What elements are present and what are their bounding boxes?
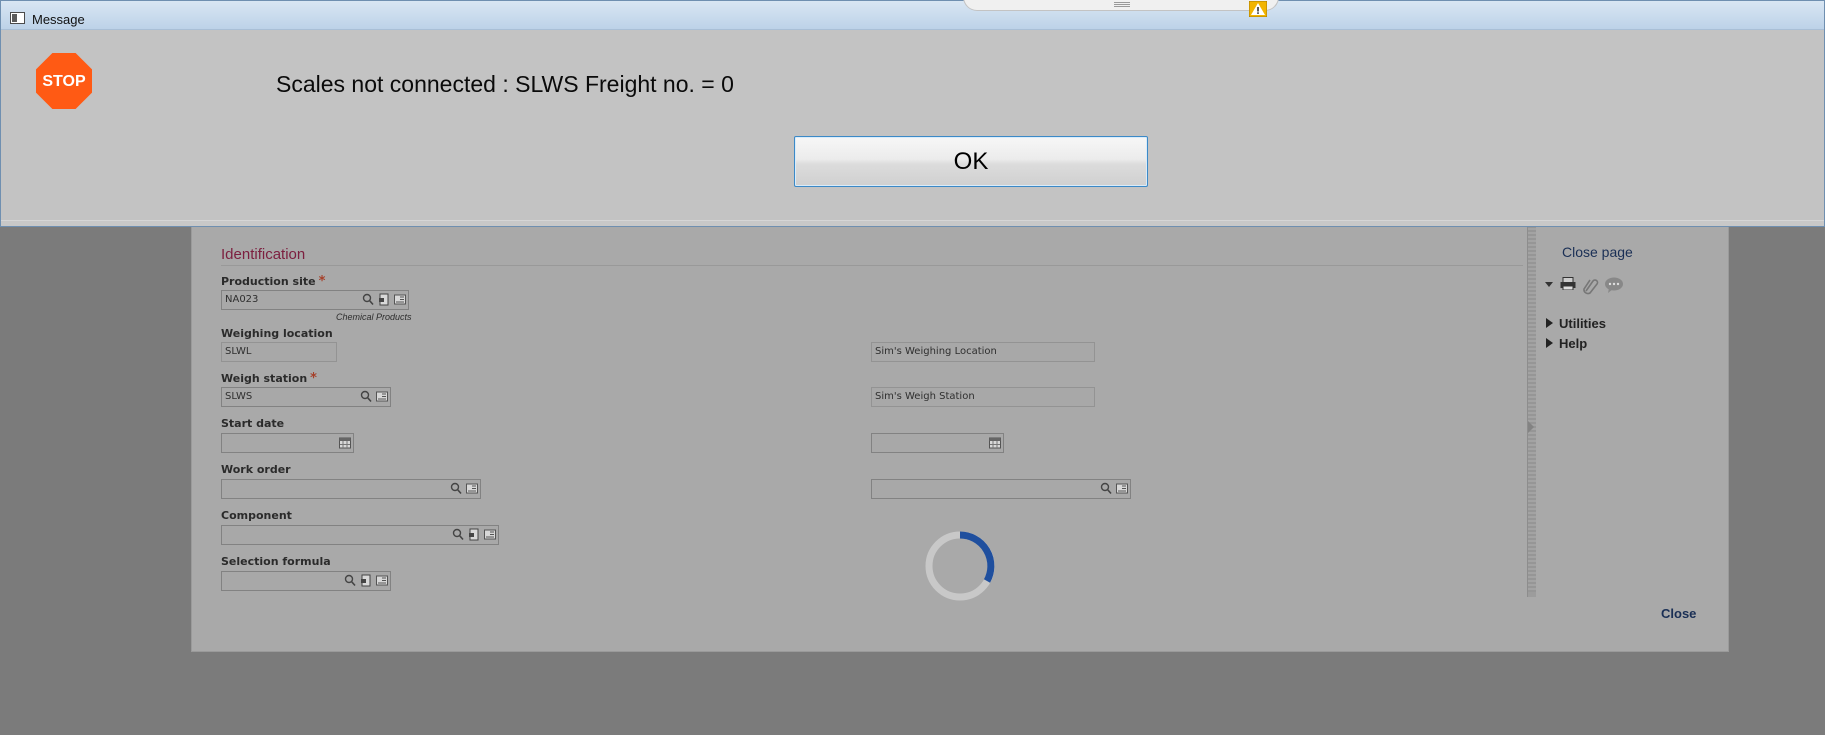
component-field[interactable] — [221, 525, 499, 545]
weighing-location-label: Weighing location — [221, 327, 333, 340]
production-site-value: NA023 — [225, 294, 259, 305]
required-asterisk: * — [318, 274, 326, 289]
utilities-menu[interactable]: Utilities — [1546, 316, 1606, 331]
search-icon[interactable] — [452, 528, 464, 541]
sidebar-toolbar — [1543, 277, 1624, 295]
document-icon[interactable] — [468, 528, 480, 541]
production-site-label: Production site * — [221, 274, 326, 289]
start-date-label: Start date — [221, 417, 285, 430]
grip-icon — [1114, 2, 1130, 7]
calendar-icon[interactable] — [339, 436, 351, 449]
detail-icon[interactable] — [394, 293, 406, 306]
message-dialog: Message STOP Scales not connected : SLWS… — [0, 0, 1825, 227]
stop-label: STOP — [42, 73, 86, 90]
search-icon[interactable] — [360, 390, 372, 403]
error-message: Scales not connected : SLWS Freight no. … — [276, 71, 734, 97]
weigh-station-description: Sim's Weigh Station — [871, 387, 1095, 407]
drag-handle[interactable] — [963, 0, 1279, 11]
close-page-link[interactable]: Close page — [1562, 244, 1633, 260]
required-asterisk: * — [310, 371, 317, 386]
document-icon[interactable] — [378, 293, 390, 306]
search-icon[interactable] — [450, 482, 462, 495]
end-date-field[interactable] — [871, 433, 1004, 453]
collapse-arrow-icon[interactable] — [1528, 421, 1534, 433]
start-date-field[interactable] — [221, 433, 354, 453]
selection-formula-label: Selection formula — [221, 555, 331, 568]
weigh-station-field[interactable]: SLWS — [221, 387, 391, 407]
loading-spinner — [925, 531, 995, 601]
dropdown-arrow-icon[interactable] — [1543, 277, 1555, 290]
detail-icon[interactable] — [484, 528, 496, 541]
detail-icon[interactable] — [466, 482, 478, 495]
weigh-station-label: Weigh station * — [221, 371, 317, 386]
close-link[interactable]: Close — [1661, 606, 1696, 621]
dialog-title: Message — [32, 12, 85, 27]
search-icon[interactable] — [1100, 482, 1112, 495]
section-title-identification: Identification — [221, 246, 306, 263]
production-site-field[interactable]: NA023 — [221, 290, 409, 310]
window-icon — [10, 12, 25, 24]
component-label: Component — [221, 509, 292, 522]
comment-icon[interactable] — [1604, 277, 1624, 293]
work-order-field[interactable] — [221, 479, 481, 499]
dialog-bottom-edge — [1, 220, 1824, 226]
attachment-icon[interactable] — [1581, 277, 1599, 295]
expand-triangle-icon — [1546, 318, 1553, 328]
weighing-location-field: SLWL — [221, 342, 337, 362]
stop-icon: STOP — [36, 53, 92, 109]
search-icon[interactable] — [362, 293, 374, 306]
calendar-icon[interactable] — [989, 436, 1001, 449]
weighing-location-description: Sim's Weighing Location — [871, 342, 1095, 362]
dialog-titlebar[interactable]: Message — [1, 0, 1824, 30]
document-icon[interactable] — [360, 574, 372, 587]
print-icon[interactable] — [1560, 277, 1576, 290]
detail-icon[interactable] — [376, 390, 388, 403]
section-divider — [221, 265, 1523, 266]
detail-icon[interactable] — [1116, 482, 1128, 495]
expand-triangle-icon — [1546, 338, 1553, 348]
warning-icon — [1249, 1, 1267, 17]
help-menu[interactable]: Help — [1546, 336, 1587, 351]
weigh-station-value: SLWS — [225, 391, 253, 402]
scrollbar[interactable] — [1527, 197, 1536, 597]
work-order-end-field[interactable] — [871, 479, 1131, 499]
detail-icon[interactable] — [376, 574, 388, 587]
ok-button[interactable]: OK — [794, 136, 1148, 187]
work-order-label: Work order — [221, 463, 291, 476]
production-site-caption: Chemical Products — [336, 312, 412, 322]
selection-formula-field[interactable] — [221, 571, 391, 591]
scrollbar-thumb[interactable] — [1528, 207, 1536, 592]
search-icon[interactable] — [344, 574, 356, 587]
